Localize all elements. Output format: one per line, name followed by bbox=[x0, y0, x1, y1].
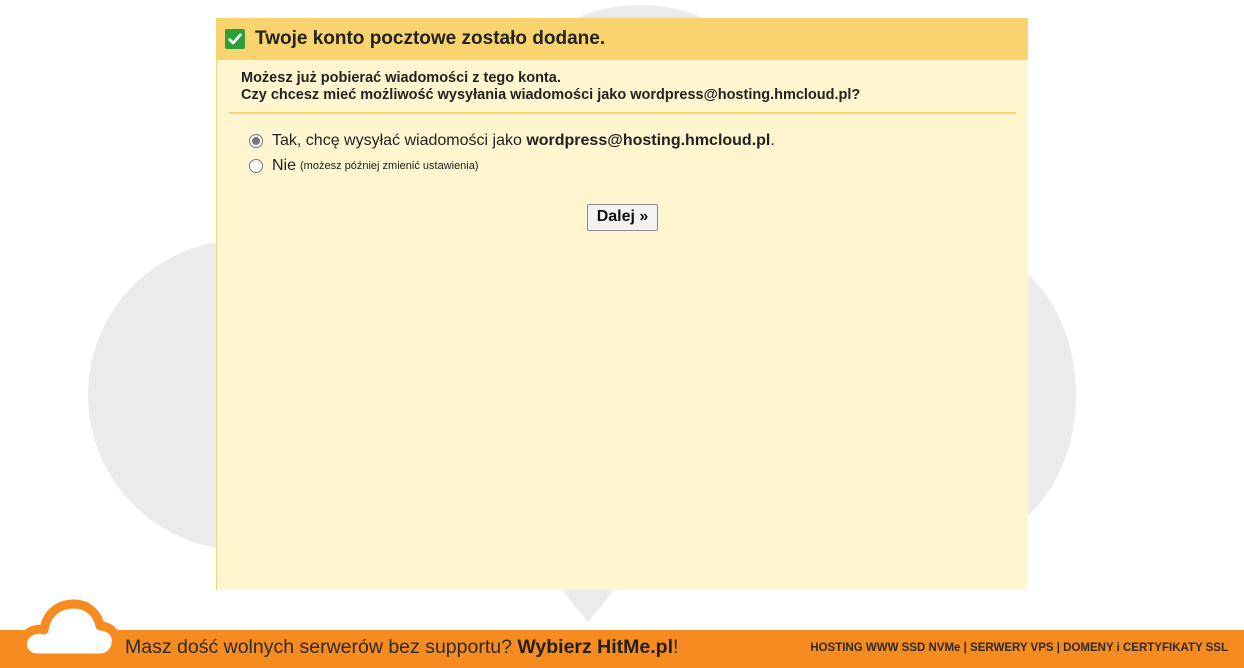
check-icon bbox=[225, 29, 245, 49]
radio-yes[interactable] bbox=[249, 133, 263, 148]
option-yes[interactable]: Tak, chcę wysyłać wiadomości jako wordpr… bbox=[249, 128, 1028, 153]
dialog-title: Twoje konto pocztowe zostało dodane. bbox=[255, 28, 606, 49]
option-no-note: (możesz później zmienić ustawienia) bbox=[300, 159, 479, 172]
button-row: Dalej » bbox=[217, 204, 1028, 231]
dialog-header: Twoje konto pocztowe zostało dodane. bbox=[217, 18, 1028, 60]
radio-yes-dot bbox=[252, 136, 260, 145]
banner-slogan-prefix: Masz dość wolnych serwerów bez supportu? bbox=[125, 636, 518, 658]
banner-services[interactable]: HOSTING WWW SSD NVMe | SERWERY VPS | DOM… bbox=[810, 642, 1228, 654]
option-yes-suffix: . bbox=[770, 131, 775, 149]
radio-no[interactable] bbox=[249, 158, 263, 173]
option-yes-label: Tak, chcę wysyłać wiadomości jako wordpr… bbox=[272, 132, 775, 150]
intro-line-1: Możesz już pobierać wiadomości z tego ko… bbox=[241, 70, 561, 86]
account-added-dialog: Twoje konto pocztowe zostało dodane. Moż… bbox=[216, 18, 1028, 590]
background-cloud-pointer bbox=[562, 590, 614, 622]
option-yes-prefix: Tak, chcę wysyłać wiadomości jako bbox=[272, 131, 527, 149]
send-as-options: Tak, chcę wysyłać wiadomości jako wordpr… bbox=[217, 114, 1028, 178]
intro-line-2: Czy chcesz mieć możliwość wysyłania wiad… bbox=[241, 87, 861, 103]
option-no[interactable]: Nie (możesz później zmienić ustawienia) bbox=[249, 153, 1028, 178]
cloud-logo-icon bbox=[18, 599, 120, 663]
next-button[interactable]: Dalej » bbox=[586, 204, 659, 231]
page: Twoje konto pocztowe zostało dodane. Moż… bbox=[0, 0, 1244, 668]
option-no-label: Nie bbox=[272, 156, 297, 174]
banner-slogan-brand: Wybierz HitMe.pl bbox=[517, 636, 674, 658]
banner-slogan[interactable]: Masz dość wolnych serwerów bez supportu?… bbox=[125, 636, 678, 659]
dialog-intro: Możesz już pobierać wiadomości z tego ko… bbox=[217, 60, 1028, 104]
option-yes-email: wordpress@hosting.hmcloud.pl bbox=[526, 131, 771, 149]
banner-slogan-suffix: ! bbox=[673, 636, 679, 658]
